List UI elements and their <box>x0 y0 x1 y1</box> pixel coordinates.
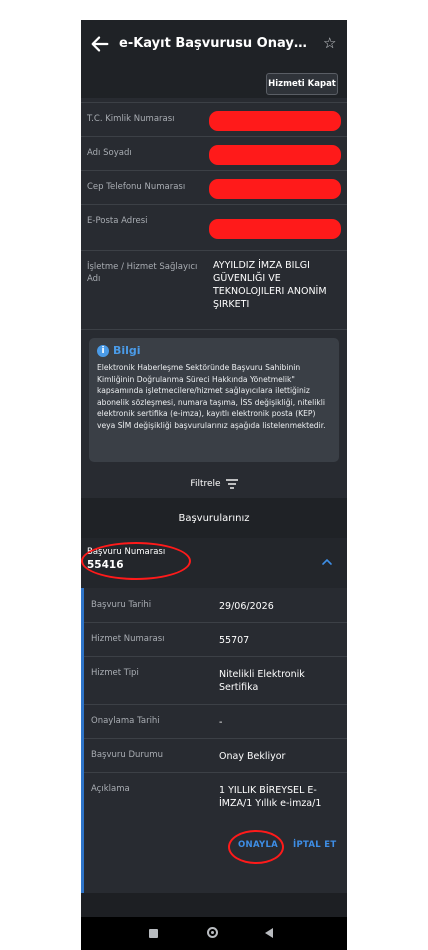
email-field: E-Posta Adresi <box>81 204 347 251</box>
annotation-circle <box>81 542 191 580</box>
recent-apps-icon[interactable] <box>149 929 158 938</box>
name-field: Adı Soyadı <box>81 136 347 171</box>
cancel-button[interactable]: İPTAL ET <box>293 840 337 850</box>
service-no-row: Hizmet Numarası 55707 <box>84 622 347 657</box>
phone-field: Cep Telefonu Numarası <box>81 170 347 205</box>
service-type-label: Hizmet Tipi <box>91 668 139 678</box>
action-buttons: ONAYLA İPTAL ET <box>84 828 347 868</box>
filter-button[interactable]: Filtrele <box>81 472 347 496</box>
service-no-value: 55707 <box>219 635 250 646</box>
info-box: i Bilgi Elektronik Haberleşme Sektöründe… <box>89 338 339 462</box>
redaction-mark <box>209 111 341 131</box>
approval-date-label: Onaylama Tarihi <box>91 716 160 726</box>
info-title: Bilgi <box>113 344 141 357</box>
info-header: i Bilgi <box>97 344 141 357</box>
app-bar: e-Kayıt Başvurusu Onay İşl... ☆ <box>81 20 347 72</box>
name-label: Adı Soyadı <box>87 148 132 158</box>
tc-field: T.C. Kimlik Numarası <box>81 102 347 137</box>
redaction-mark <box>209 219 341 239</box>
info-icon: i <box>97 344 109 357</box>
redaction-mark <box>209 179 341 199</box>
system-nav-bar <box>81 917 347 950</box>
star-outline-icon[interactable]: ☆ <box>323 34 336 52</box>
home-icon[interactable] <box>207 927 218 938</box>
back-nav-icon[interactable] <box>265 928 273 938</box>
phone-screen: e-Kayıt Başvurusu Onay İşl... ☆ Hizmeti … <box>81 20 347 950</box>
description-label: Açıklama <box>91 784 130 794</box>
status-label: Başvuru Durumu <box>91 750 163 760</box>
arrow-left-icon[interactable] <box>89 33 111 55</box>
date-value: 29/06/2026 <box>219 601 274 612</box>
approval-date-value: - <box>219 717 223 728</box>
operator-label: İşletme / Hizmet Sağlayıcı Adı <box>87 262 198 284</box>
service-no-label: Hizmet Numarası <box>91 634 165 644</box>
redaction-mark <box>209 145 341 165</box>
date-row: Başvuru Tarihi 29/06/2026 <box>84 588 347 623</box>
service-type-value: Nitelikli Elektronik Sertifika <box>219 669 305 693</box>
description-row: Açıklama 1 YILLIK BİREYSEL E-İMZA/1 Yıll… <box>84 772 347 828</box>
applications-header: Başvurularınız <box>81 498 347 538</box>
chevron-up-icon[interactable] <box>321 556 333 568</box>
phone-label: Cep Telefonu Numarası <box>87 182 186 192</box>
close-service-button[interactable]: Hizmeti Kapat <box>266 73 338 95</box>
annotation-circle <box>228 830 284 864</box>
operator-field: İşletme / Hizmet Sağlayıcı Adı AYYILDIZ … <box>81 250 347 330</box>
info-text: Elektronik Haberleşme Sektöründe Başvuru… <box>97 363 326 430</box>
approval-date-row: Onaylama Tarihi - <box>84 704 347 739</box>
email-label: E-Posta Adresi <box>87 216 148 226</box>
service-type-row: Hizmet Tipi Nitelikli Elektronik Sertifi… <box>84 656 347 705</box>
application-details: Başvuru Tarihi 29/06/2026 Hizmet Numaras… <box>81 588 347 893</box>
application-item-header[interactable]: Başvuru Numarası 55416 <box>81 538 347 588</box>
filter-label: Filtrele <box>190 479 221 489</box>
service-bar: Hizmeti Kapat <box>81 72 347 98</box>
date-label: Başvuru Tarihi <box>91 600 152 610</box>
tc-label: T.C. Kimlik Numarası <box>87 114 175 124</box>
status-row: Başvuru Durumu Onay Bekliyor <box>84 738 347 773</box>
operator-value: AYYILDIZ İMZA BILGI GÜVENLIĞI VE TEKNOLO… <box>213 260 327 310</box>
page-title: e-Kayıt Başvurusu Onay İşl... <box>119 36 309 51</box>
status-value: Onay Bekliyor <box>219 751 286 762</box>
filter-icon <box>225 479 238 489</box>
description-value: 1 YILLIK BİREYSEL E-İMZA/1 Yıllık e-imza… <box>219 785 322 809</box>
